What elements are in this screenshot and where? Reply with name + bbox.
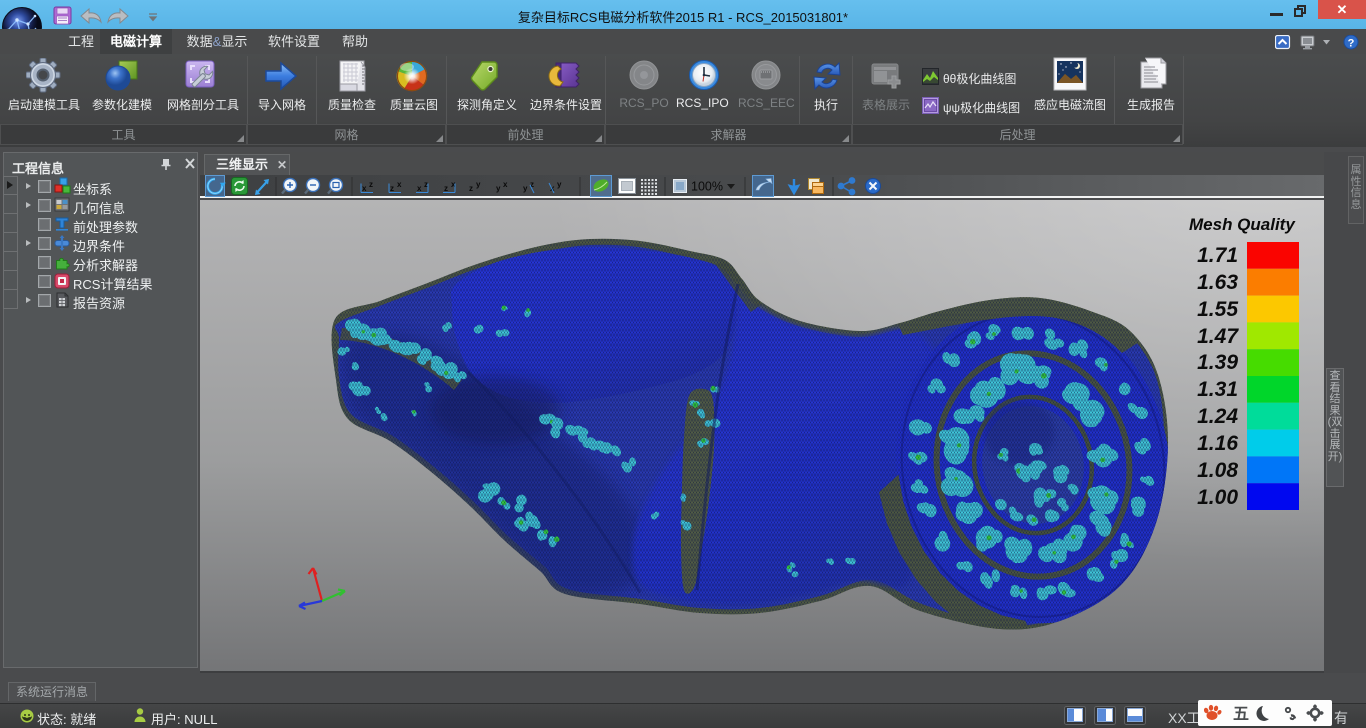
svg-text:y: y [523, 184, 528, 193]
svg-text:1.31: 1.31 [1197, 378, 1238, 401]
svg-text:1.39: 1.39 [1197, 351, 1238, 374]
svg-text:Mesh Quality: Mesh Quality [1189, 215, 1296, 234]
svg-text:z: z [444, 184, 448, 193]
svg-text:1.63: 1.63 [1197, 271, 1238, 294]
svg-text:1.47: 1.47 [1197, 325, 1239, 348]
svg-text:z: z [369, 180, 373, 189]
svg-text:1.08: 1.08 [1197, 459, 1238, 482]
svg-text:?: ? [1348, 38, 1355, 50]
svg-text:x: x [397, 180, 402, 189]
svg-text:五: 五 [1233, 706, 1249, 723]
svg-text:x: x [417, 184, 422, 193]
svg-text:1.71: 1.71 [1197, 244, 1238, 267]
svg-text:x: x [550, 184, 555, 193]
svg-text:z: z [469, 184, 473, 193]
svg-text:y: y [496, 184, 501, 193]
svg-text:y: y [557, 180, 562, 189]
svg-text:z: z [390, 184, 394, 193]
svg-text:1.16: 1.16 [1197, 432, 1238, 455]
svg-text:1.55: 1.55 [1197, 298, 1238, 321]
svg-text:z: z [530, 180, 534, 189]
svg-text:100%: 100% [691, 180, 723, 194]
svg-text:x: x [362, 184, 367, 193]
svg-text:y: y [476, 180, 481, 189]
svg-text:1.24: 1.24 [1197, 405, 1238, 428]
svg-text:z: z [424, 180, 428, 189]
svg-text:x: x [503, 180, 508, 189]
svg-text:1.00: 1.00 [1197, 486, 1238, 509]
